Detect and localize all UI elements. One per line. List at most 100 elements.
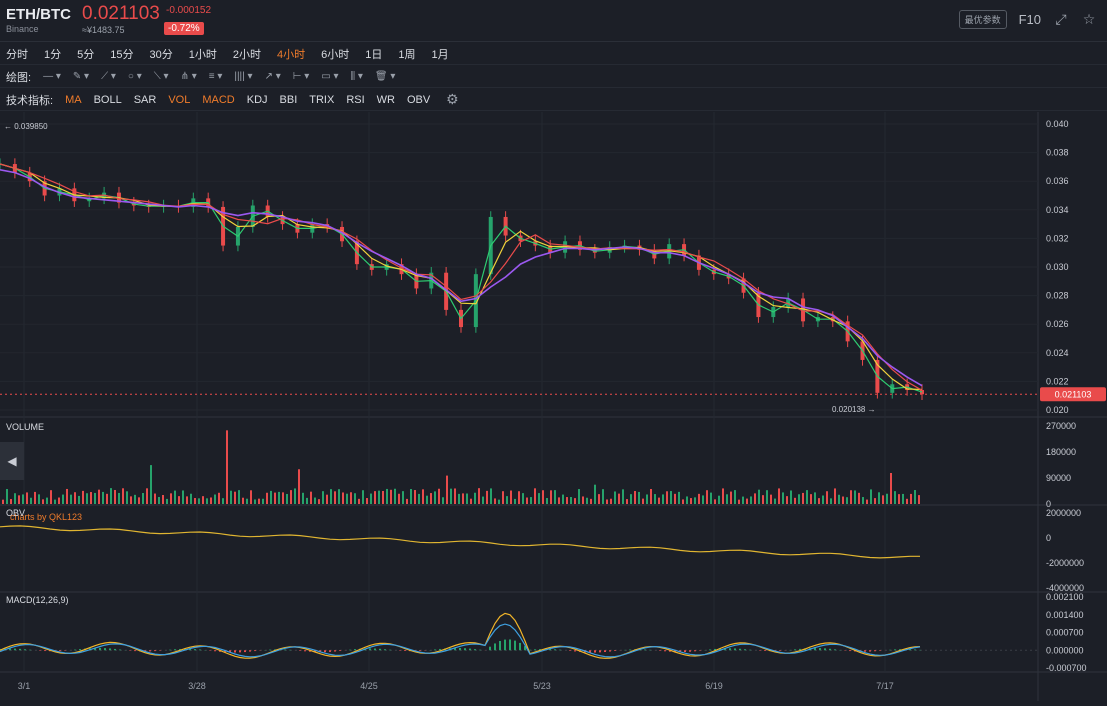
- macd-histogram-bar: [134, 650, 136, 651]
- indicator-macd[interactable]: MACD: [202, 94, 234, 106]
- indicator-boll[interactable]: BOLL: [94, 94, 122, 106]
- indicator-obv[interactable]: OBV: [407, 94, 430, 106]
- volume-bar: [914, 490, 916, 504]
- indicator-bbi[interactable]: BBI: [280, 94, 298, 106]
- exchange-label: Binance: [6, 24, 39, 34]
- timeframe-7[interactable]: 4小时: [277, 46, 305, 62]
- optimal-params-button[interactable]: 最优参数: [959, 10, 1007, 29]
- drawing-tool-8[interactable]: ↗ ▾: [265, 71, 281, 82]
- volume-bar: [58, 498, 60, 504]
- volume-bar: [754, 493, 756, 504]
- macd-dif-line: [0, 613, 920, 658]
- volume-bar: [794, 498, 796, 504]
- macd-histogram-bar: [879, 650, 881, 651]
- timeframe-5[interactable]: 1小时: [189, 46, 217, 62]
- macd-histogram-bar: [729, 648, 731, 650]
- volume-bar: [626, 499, 628, 504]
- macd-panel-title: MACD(12,26,9): [6, 595, 69, 605]
- macd-histogram-bar: [99, 648, 101, 650]
- volume-bar: [146, 488, 148, 504]
- drawing-tool-3[interactable]: ○ ▾: [128, 71, 142, 82]
- volume-bar: [274, 493, 276, 504]
- volume-bar: [526, 498, 528, 504]
- indicator-rsi[interactable]: RSI: [346, 94, 364, 106]
- macd-histogram-bar: [614, 650, 616, 651]
- chart-area[interactable]: 3/13/284/255/236/197/170.0400.0380.0360.…: [0, 112, 1107, 701]
- macd-histogram-bar: [59, 650, 61, 651]
- volume-bar: [826, 491, 828, 504]
- macd-histogram-bar: [329, 650, 331, 652]
- timeframe-0[interactable]: 分时: [6, 46, 28, 62]
- volume-bar: [918, 495, 920, 504]
- timeframe-2[interactable]: 5分: [77, 46, 94, 62]
- volume-bar: [490, 488, 492, 504]
- x-tick-label: 5/23: [533, 681, 551, 691]
- change-percent-badge: -0.72%: [164, 22, 204, 35]
- volume-bar: [818, 498, 820, 504]
- volume-panel-title: VOLUME: [6, 422, 44, 432]
- drawing-tool-4[interactable]: ⟍ ▾: [154, 71, 169, 82]
- timeframe-10[interactable]: 1周: [398, 46, 415, 62]
- timeframe-6[interactable]: 2小时: [233, 46, 261, 62]
- drawing-tool-7[interactable]: |||| ▾: [234, 71, 252, 82]
- star-icon[interactable]: ☆: [1081, 11, 1097, 28]
- drawing-tool-0[interactable]: — ▾: [43, 71, 61, 82]
- volume-bar: [650, 489, 652, 504]
- volume-bar: [614, 491, 616, 504]
- drawing-tool-11[interactable]: ⫼ ▾: [351, 71, 363, 82]
- indicator-kdj[interactable]: KDJ: [247, 94, 268, 106]
- fullscreen-icon[interactable]: ⤢: [1053, 11, 1069, 28]
- drawing-tool-6[interactable]: ≡ ▾: [209, 71, 223, 82]
- macd-histogram-bar: [464, 648, 466, 650]
- drawing-tool-5[interactable]: ⋔ ▾: [181, 71, 197, 82]
- indicator-ma[interactable]: MA: [65, 94, 82, 106]
- volume-bar: [750, 496, 752, 504]
- macd-histogram-bar: [599, 650, 601, 652]
- timeframe-9[interactable]: 1日: [365, 46, 382, 62]
- timeframe-8[interactable]: 6小时: [321, 46, 349, 62]
- volume-bar: [886, 494, 888, 504]
- drawing-tool-12[interactable]: 🗑 ▾: [375, 71, 396, 82]
- drawing-tool-1[interactable]: ✎ ▾: [73, 71, 89, 82]
- volume-bar: [410, 489, 412, 504]
- indicator-vol[interactable]: VOL: [168, 94, 190, 106]
- timeframe-4[interactable]: 30分: [150, 46, 173, 62]
- volume-bar: [542, 490, 544, 504]
- timeframe-11[interactable]: 1月: [432, 46, 449, 62]
- macd-histogram-bar: [894, 649, 896, 650]
- drawing-label: 绘图:: [6, 69, 31, 85]
- indicator-sar[interactable]: SAR: [134, 94, 157, 106]
- drawing-tool-2[interactable]: ⟋ ▾: [101, 71, 116, 82]
- volume-bar: [782, 492, 784, 504]
- macd-histogram-bar: [249, 650, 251, 651]
- collapse-panel-button[interactable]: ◀: [0, 442, 24, 480]
- macd-histogram-bar: [239, 650, 241, 652]
- volume-bar: [294, 488, 296, 504]
- last-price: 0.021103: [82, 3, 160, 25]
- volume-bar: [222, 498, 224, 504]
- volume-bar: [746, 499, 748, 504]
- macd-histogram-bar: [829, 649, 831, 650]
- timeframe-3[interactable]: 15分: [110, 46, 133, 62]
- indicator-wr[interactable]: WR: [377, 94, 395, 106]
- settings-gear-icon[interactable]: ⚙: [444, 91, 460, 108]
- timeframe-1[interactable]: 1分: [44, 46, 61, 62]
- drawing-tool-9[interactable]: ⊢ ▾: [293, 71, 310, 82]
- volume-bar: [350, 492, 352, 504]
- volume-bar: [362, 490, 364, 504]
- macd-histogram-bar: [489, 647, 491, 651]
- volume-bar: [330, 489, 332, 504]
- chart-svg[interactable]: 3/13/284/255/236/197/170.0400.0380.0360.…: [0, 112, 1107, 701]
- volume-bar: [62, 495, 64, 504]
- volume-bar: [622, 489, 624, 504]
- macd-histogram-bar: [354, 649, 356, 650]
- indicator-trix[interactable]: TRIX: [309, 94, 334, 106]
- x-tick-label: 6/19: [705, 681, 723, 691]
- min-price-annotation: 0.020138 →: [832, 405, 876, 414]
- volume-bar: [478, 488, 480, 504]
- volume-bar: [674, 494, 676, 504]
- f10-button[interactable]: F10: [1019, 12, 1041, 27]
- volume-bar: [226, 430, 228, 504]
- drawing-tool-10[interactable]: ▭ ▾: [321, 71, 338, 82]
- volume-bar: [126, 491, 128, 504]
